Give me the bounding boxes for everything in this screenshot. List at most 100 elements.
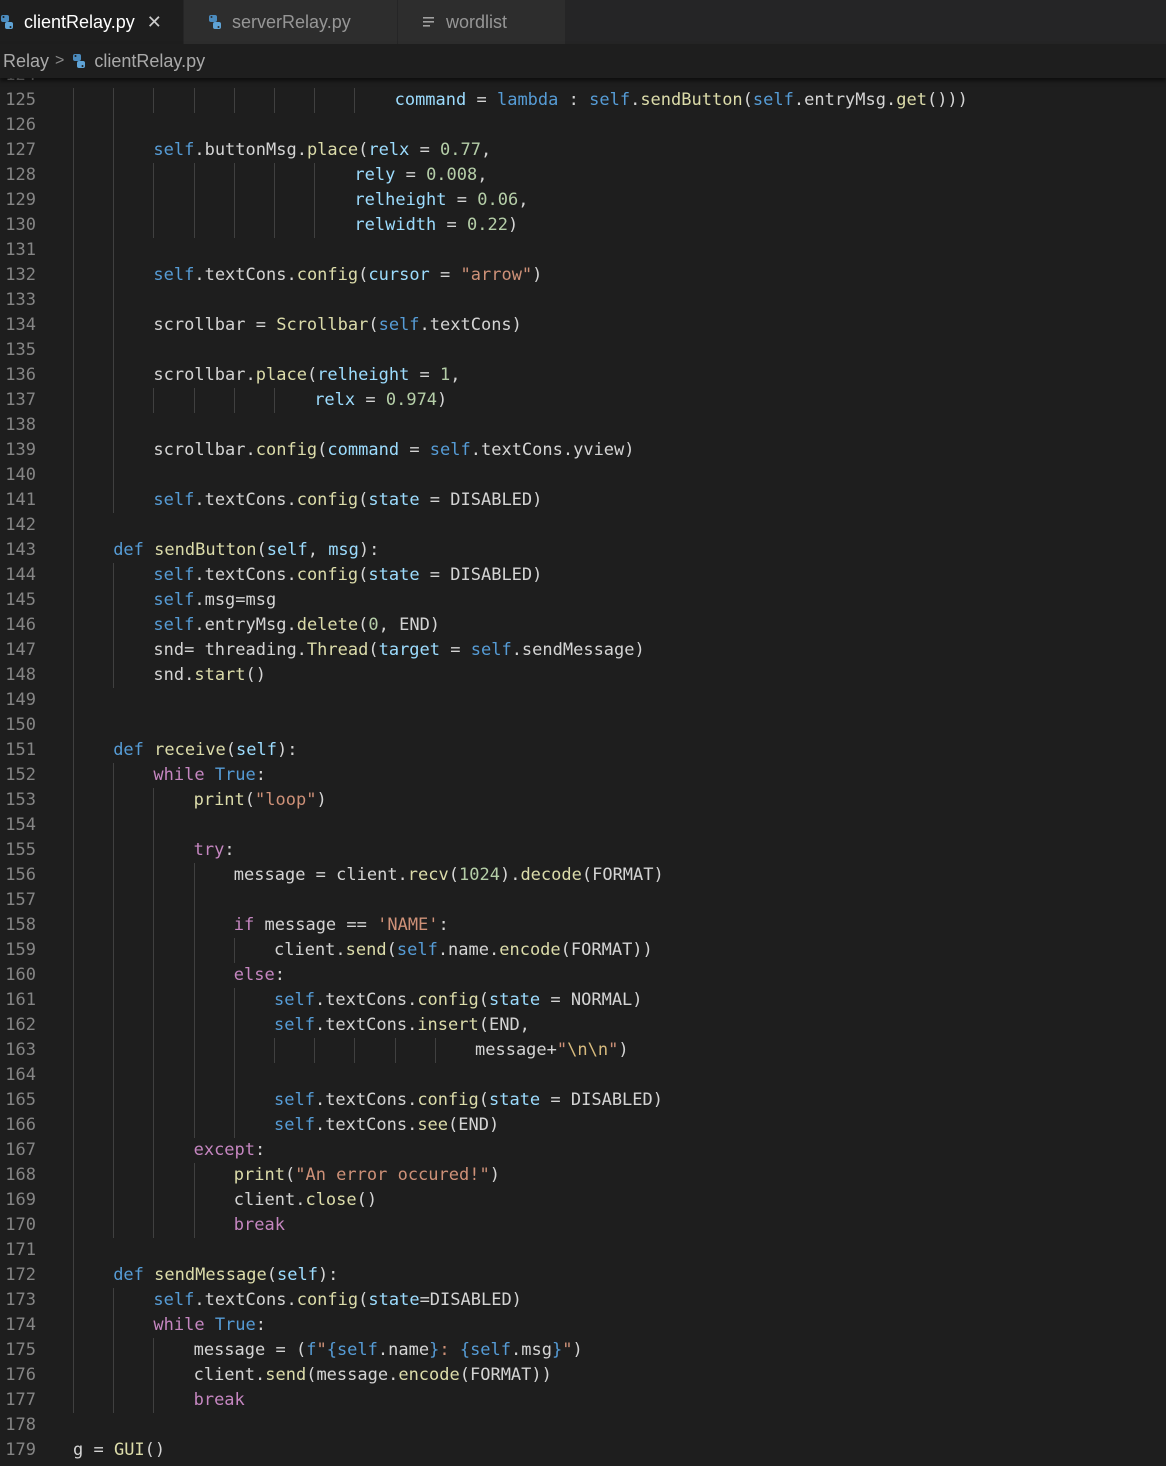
line-number: 141 [5,490,36,510]
code-line: 171 [0,1238,1166,1263]
code-token: ) [437,390,448,410]
python-icon [0,14,14,30]
code-line: 174 while True: [0,1313,1166,1338]
code-token: .textCons. [194,265,297,285]
code-line: 141 self.textCons.config(state = DISABLED… [0,488,1166,513]
code-token: self [276,1265,318,1285]
code-token: True [214,765,256,785]
indent-guide [193,863,195,888]
indent-guide [73,1313,74,1338]
line-number: 172 [5,1265,36,1285]
tab-client-relay[interactable]: clientRelay.py ✕ [0,0,184,44]
line-number: 148 [5,665,36,685]
code-token: ( [478,1090,489,1110]
line-number: 179 [5,1440,36,1460]
indent-guide [113,188,115,213]
code-token: ( [225,740,237,760]
line-number: 174 [5,1315,36,1335]
indent-guide [73,288,74,313]
indent-guide [113,1163,115,1188]
code-token: .entryMsg. [793,90,897,110]
code-token: (FORMAT)) [459,1365,552,1385]
code-token: = [466,90,497,110]
indent-guide [73,1038,74,1063]
code-text: message = client.recv(1024).decode(FORMA… [234,863,664,888]
indent-guide [113,288,115,313]
breadcrumb-file[interactable]: clientRelay.py [94,51,205,72]
indent-guide [153,163,155,188]
code-token: , [481,140,492,160]
line-number: 169 [5,1190,36,1210]
indent-guide [153,188,155,213]
code-token: ( [358,565,369,585]
code-token: \n\n [567,1040,609,1060]
code-editor[interactable]: 124125command = lambda : self.sendButton… [0,78,1166,1466]
indent-guide [73,563,74,588]
indent-guide [233,1088,235,1113]
code-token: " [556,1040,568,1060]
tab-label: serverRelay.py [232,11,351,32]
breadcrumb-folder[interactable]: Relay [3,51,49,72]
code-token: .textCons. [314,990,418,1010]
code-token: } [551,1340,563,1360]
code-line: 156 message = client.recv(1024).decode(FO… [0,863,1166,888]
code-line: 129 relheight = 0.06, [0,188,1166,213]
code-line: 166 self.textCons.see(END) [0,1113,1166,1138]
tab-server-relay[interactable]: serverRelay.py [184,0,398,44]
code-token: snd= threading. [153,640,307,660]
code-line: 158 if message == 'NAME': [0,913,1166,938]
line-number: 165 [5,1090,36,1110]
tab-bar: clientRelay.py ✕ serverRelay.py wordlist [0,0,1166,44]
code-line: 132 self.textCons.config(cursor = "arrow"… [0,263,1166,288]
code-token: encode [398,1365,460,1385]
line-number: 178 [5,1415,36,1435]
code-text: self.entryMsg.delete(0, END) [153,613,440,638]
code-token: self [470,640,512,660]
line-number: 163 [5,1040,36,1060]
code-token: 1024 [459,865,500,885]
code-text: else: [234,963,285,988]
code-token: def [113,1265,155,1285]
code-token: self [153,490,195,510]
line-number: 136 [5,365,36,385]
code-token: break [193,1390,245,1410]
line-number: 124 [0,78,36,88]
code-token: self [236,740,277,760]
indent-guide [153,88,155,113]
code-text: def sendButton(self, msg): [113,538,379,563]
tab-wordlist[interactable]: wordlist [398,0,566,44]
code-token: : [558,90,590,110]
code-text: client.close() [234,1188,377,1213]
indent-guide [113,1313,115,1338]
indent-guide [193,1213,195,1238]
line-number: 133 [5,290,36,310]
code-token: 0.22 [467,215,508,235]
code-token: print [193,790,245,810]
code-line: 146 self.entryMsg.delete(0, END) [0,613,1166,638]
code-text: relx = 0.974) [314,388,447,413]
code-token: ( [244,790,256,810]
code-token: ): [317,1265,339,1285]
indent-guide [73,638,74,663]
indent-guide [153,913,155,938]
code-token: self [153,265,195,285]
indent-guide [73,263,74,288]
code-token: .msg=msg [194,590,277,610]
close-icon[interactable]: ✕ [147,12,162,33]
code-line: 159 client.send(self.name.encode(FORMAT)) [0,938,1166,963]
code-text: break [194,1388,245,1413]
code-token: encode [499,940,561,960]
code-line: 154 [0,813,1166,838]
line-number: 158 [5,915,36,935]
line-number: 146 [5,615,36,635]
code-line: 150 [0,713,1166,738]
indent-guide [113,938,115,963]
code-token: target [378,640,441,660]
line-number: 152 [5,765,36,785]
code-token: ( [358,265,369,285]
indent-guide [153,1338,155,1363]
indent-guide [274,188,275,213]
indent-guide [113,863,115,888]
code-token: ( [358,1290,369,1310]
indent-guide [113,963,115,988]
